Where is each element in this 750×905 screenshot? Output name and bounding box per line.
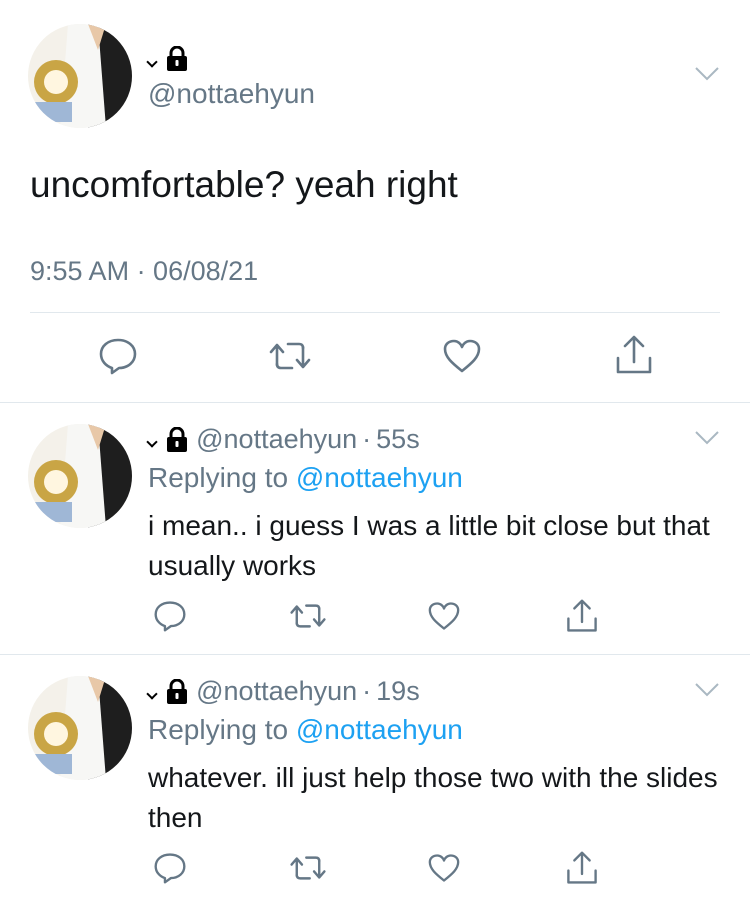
share-button[interactable] (562, 848, 602, 888)
separator-dot: · (362, 676, 372, 706)
retweet-button[interactable] (286, 598, 330, 634)
share-icon (567, 599, 597, 632)
divider (30, 312, 720, 313)
replying-to: Replying to @nottaehyun (148, 714, 463, 746)
more-options-icon[interactable] (694, 682, 720, 698)
reply-header: @nottaehyun · 55s (146, 424, 420, 455)
lock-icon (167, 426, 188, 452)
retweet-icon (269, 342, 311, 370)
share-button[interactable] (612, 332, 656, 378)
username-handle[interactable]: @nottaehyun (148, 78, 315, 110)
reply-button[interactable] (96, 336, 140, 376)
divider (0, 654, 750, 655)
avatar[interactable] (28, 676, 132, 780)
reply-text: whatever. ill just help those two with t… (148, 762, 718, 833)
like-icon (428, 854, 460, 882)
separator-dot: · (362, 424, 372, 454)
display-name (146, 46, 188, 72)
chevron-down-icon (146, 436, 158, 448)
tweet-timestamp[interactable]: 9:55 AM · 06/08/21 (30, 256, 258, 287)
avatar[interactable] (28, 424, 132, 528)
replying-label: Replying to (148, 714, 289, 745)
replying-to-link[interactable]: @nottaehyun (296, 462, 463, 493)
more-options-icon[interactable] (694, 66, 720, 82)
more-options-icon[interactable] (694, 430, 720, 446)
lock-icon (167, 678, 188, 704)
chevron-down-icon (146, 688, 158, 700)
tweet-text: uncomfortable? yeah right (30, 164, 458, 205)
display-name (146, 678, 188, 705)
reply-icon (154, 601, 186, 632)
share-icon (567, 851, 597, 884)
share-button[interactable] (562, 596, 602, 636)
like-button[interactable] (424, 598, 464, 634)
retweet-button[interactable] (266, 336, 314, 376)
retweet-button[interactable] (286, 850, 330, 886)
divider (0, 402, 750, 403)
reply-time[interactable]: 19s (376, 676, 420, 707)
reply-text: i mean.. i guess I was a little bit clos… (148, 510, 710, 581)
avatar[interactable] (28, 24, 132, 128)
like-button[interactable] (440, 336, 484, 376)
username-handle[interactable]: @nottaehyun (196, 676, 357, 707)
like-icon (443, 339, 481, 373)
retweet-icon (290, 604, 326, 628)
reply-button[interactable] (150, 598, 190, 634)
like-icon (428, 602, 460, 630)
share-icon (616, 335, 652, 374)
replying-to-link[interactable]: @nottaehyun (296, 714, 463, 745)
reply-icon (154, 853, 186, 884)
reply-time[interactable]: 55s (376, 424, 420, 455)
like-button[interactable] (424, 850, 464, 886)
replying-label: Replying to (148, 462, 289, 493)
retweet-icon (290, 856, 326, 880)
reply-button[interactable] (150, 850, 190, 886)
replying-to: Replying to @nottaehyun (148, 462, 463, 494)
lock-icon (167, 46, 188, 71)
reply-header: @nottaehyun · 19s (146, 676, 420, 707)
reply-icon (99, 338, 137, 375)
username-handle[interactable]: @nottaehyun (196, 424, 357, 455)
chevron-down-icon (146, 56, 158, 68)
display-name (146, 426, 188, 453)
